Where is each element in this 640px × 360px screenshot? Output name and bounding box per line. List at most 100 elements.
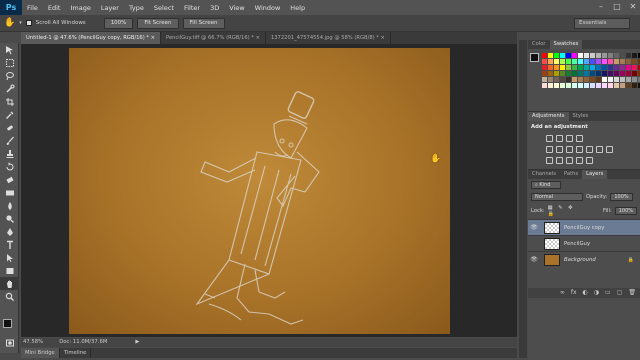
swatch[interactable] [548,77,553,82]
swatch[interactable] [548,53,553,58]
swatch[interactable] [602,71,607,76]
menu-select[interactable]: Select [149,4,179,12]
status-menu-arrow-icon[interactable]: ▶ [135,338,139,347]
blur-tool-icon[interactable] [0,199,19,212]
swatch[interactable] [542,53,547,58]
swatch[interactable] [566,59,571,64]
swatch[interactable] [572,53,577,58]
swatch[interactable] [608,83,613,88]
color-balance-icon[interactable] [566,146,573,153]
menu-help[interactable]: Help [285,4,310,12]
menu-file[interactable]: File [22,4,43,12]
swatch[interactable] [632,77,637,82]
rectangle-tool-icon[interactable] [0,264,19,277]
swatch[interactable] [584,59,589,64]
swatch[interactable] [554,71,559,76]
layer-pencilguy-copy[interactable]: 👁 PencilGuy copy [528,219,640,235]
swatch[interactable] [590,77,595,82]
swatch[interactable] [566,71,571,76]
delete-layer-icon[interactable]: 🗑 [628,288,636,298]
move-tool-icon[interactable] [0,43,19,56]
swatch[interactable] [548,65,553,70]
swatch-foreground-color[interactable] [530,53,539,62]
fill-screen-button[interactable]: Fill Screen [182,17,225,29]
tab-swatches[interactable]: Swatches [549,40,583,49]
lock-icons[interactable]: ▦ ✎ ✥ 🔒 [548,205,586,217]
swatch[interactable] [542,71,547,76]
canvas-area[interactable]: ✋ [21,44,517,337]
history-brush-tool-icon[interactable] [0,160,19,173]
tab-paths[interactable]: Paths [560,170,582,179]
swatch[interactable] [596,65,601,70]
menu-window[interactable]: Window [250,4,286,12]
swatch[interactable] [572,83,577,88]
levels-icon[interactable] [556,135,563,142]
link-layers-icon[interactable]: ∞ [560,288,565,298]
swatch[interactable] [632,83,637,88]
foreground-color[interactable] [3,319,12,328]
layer-background[interactable]: 👁 Background 🔒 [528,251,640,267]
swatch[interactable] [632,65,637,70]
tab-1372201[interactable]: 1372201_47574554.jpg @ 58% (RGB/8) * × [266,32,391,44]
type-tool-icon[interactable] [0,238,19,251]
swatch-grid[interactable] [542,53,640,88]
swatch[interactable] [554,83,559,88]
swatch[interactable] [548,59,553,64]
marquee-tool-icon[interactable] [0,56,19,69]
fit-screen-button[interactable]: Fit Screen [137,17,179,29]
swatch[interactable] [614,83,619,88]
dodge-tool-icon[interactable] [0,212,19,225]
swatch[interactable] [602,83,607,88]
swatch[interactable] [626,53,631,58]
hand-tool-icon[interactable] [0,277,19,290]
swatch[interactable] [626,77,631,82]
swatch[interactable] [584,77,589,82]
swatch[interactable] [590,71,595,76]
menu-3d[interactable]: 3D [205,4,224,12]
swatch[interactable] [596,59,601,64]
swatch[interactable] [608,71,613,76]
swatch[interactable] [596,71,601,76]
swatch[interactable] [542,59,547,64]
swatch[interactable] [614,65,619,70]
swatch[interactable] [614,77,619,82]
swatch[interactable] [620,77,625,82]
swatch[interactable] [554,53,559,58]
adjustment-layer-icon[interactable]: ◑ [594,288,599,298]
swatch[interactable] [566,65,571,70]
layer-name[interactable]: PencilGuy copy [564,225,604,231]
layer-style-icon[interactable]: fx [571,288,577,298]
swatch[interactable] [590,83,595,88]
swatch[interactable] [596,83,601,88]
tab-pencilguy[interactable]: PencilGuy.tiff @ 66.7% (RGB/16) * × [161,32,266,44]
swatch[interactable] [590,53,595,58]
swatch[interactable] [626,59,631,64]
menu-image[interactable]: Image [65,4,95,12]
tab-styles[interactable]: Styles [569,112,593,121]
tool-preset-arrow-icon[interactable]: ▾ [19,20,22,26]
swatch[interactable] [632,53,637,58]
swatch[interactable] [554,65,559,70]
swatch[interactable] [578,71,583,76]
swatch[interactable] [572,65,577,70]
color-lookup-icon[interactable] [606,146,613,153]
swatch[interactable] [560,59,565,64]
selective-color-icon[interactable] [586,157,593,164]
black-white-icon[interactable] [576,146,583,153]
swatch[interactable] [626,65,631,70]
swatch[interactable] [602,53,607,58]
swatch[interactable] [590,59,595,64]
swatch[interactable] [614,71,619,76]
zoom-tool-icon[interactable] [0,290,19,303]
tab-mini-bridge[interactable]: Mini Bridge [21,348,60,358]
eye-icon[interactable]: 👁 [528,256,540,263]
minimize-button[interactable]: – [596,2,606,12]
swatch[interactable] [554,59,559,64]
lasso-tool-icon[interactable] [0,69,19,82]
swatch[interactable] [542,83,547,88]
gradient-map-icon[interactable] [576,157,583,164]
swatch[interactable] [572,59,577,64]
menu-view[interactable]: View [224,4,249,12]
swatch[interactable] [608,65,613,70]
swatch[interactable] [602,77,607,82]
